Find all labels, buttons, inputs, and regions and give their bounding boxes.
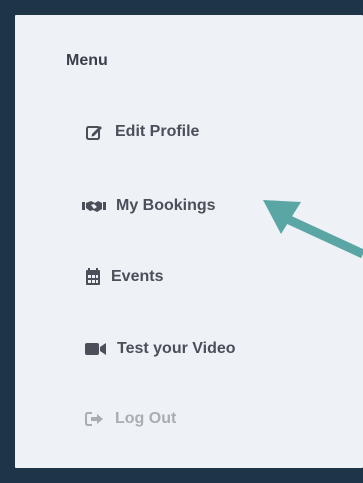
menu-item-log-out[interactable]: Log Out <box>85 410 176 428</box>
menu-item-label: Events <box>111 268 164 285</box>
menu-item-label: Log Out <box>115 410 177 427</box>
menu-item-my-bookings[interactable]: My Bookings <box>82 197 216 215</box>
menu-title: Menu <box>66 52 108 69</box>
sign-out-icon <box>85 410 107 428</box>
pointer-arrow <box>263 200 363 259</box>
menu-item-label: Test your Video <box>117 340 236 357</box>
menu-item-test-video[interactable]: Test your Video <box>85 340 236 358</box>
calendar-icon <box>85 268 103 286</box>
menu-item-events[interactable]: Events <box>85 268 163 286</box>
edit-icon <box>85 123 107 141</box>
menu-item-label: Edit Profile <box>115 123 200 140</box>
video-camera-icon <box>85 340 109 358</box>
menu-item-edit-profile[interactable]: Edit Profile <box>85 123 199 141</box>
handshake-icon <box>82 197 108 215</box>
menu-item-label: My Bookings <box>116 197 216 214</box>
